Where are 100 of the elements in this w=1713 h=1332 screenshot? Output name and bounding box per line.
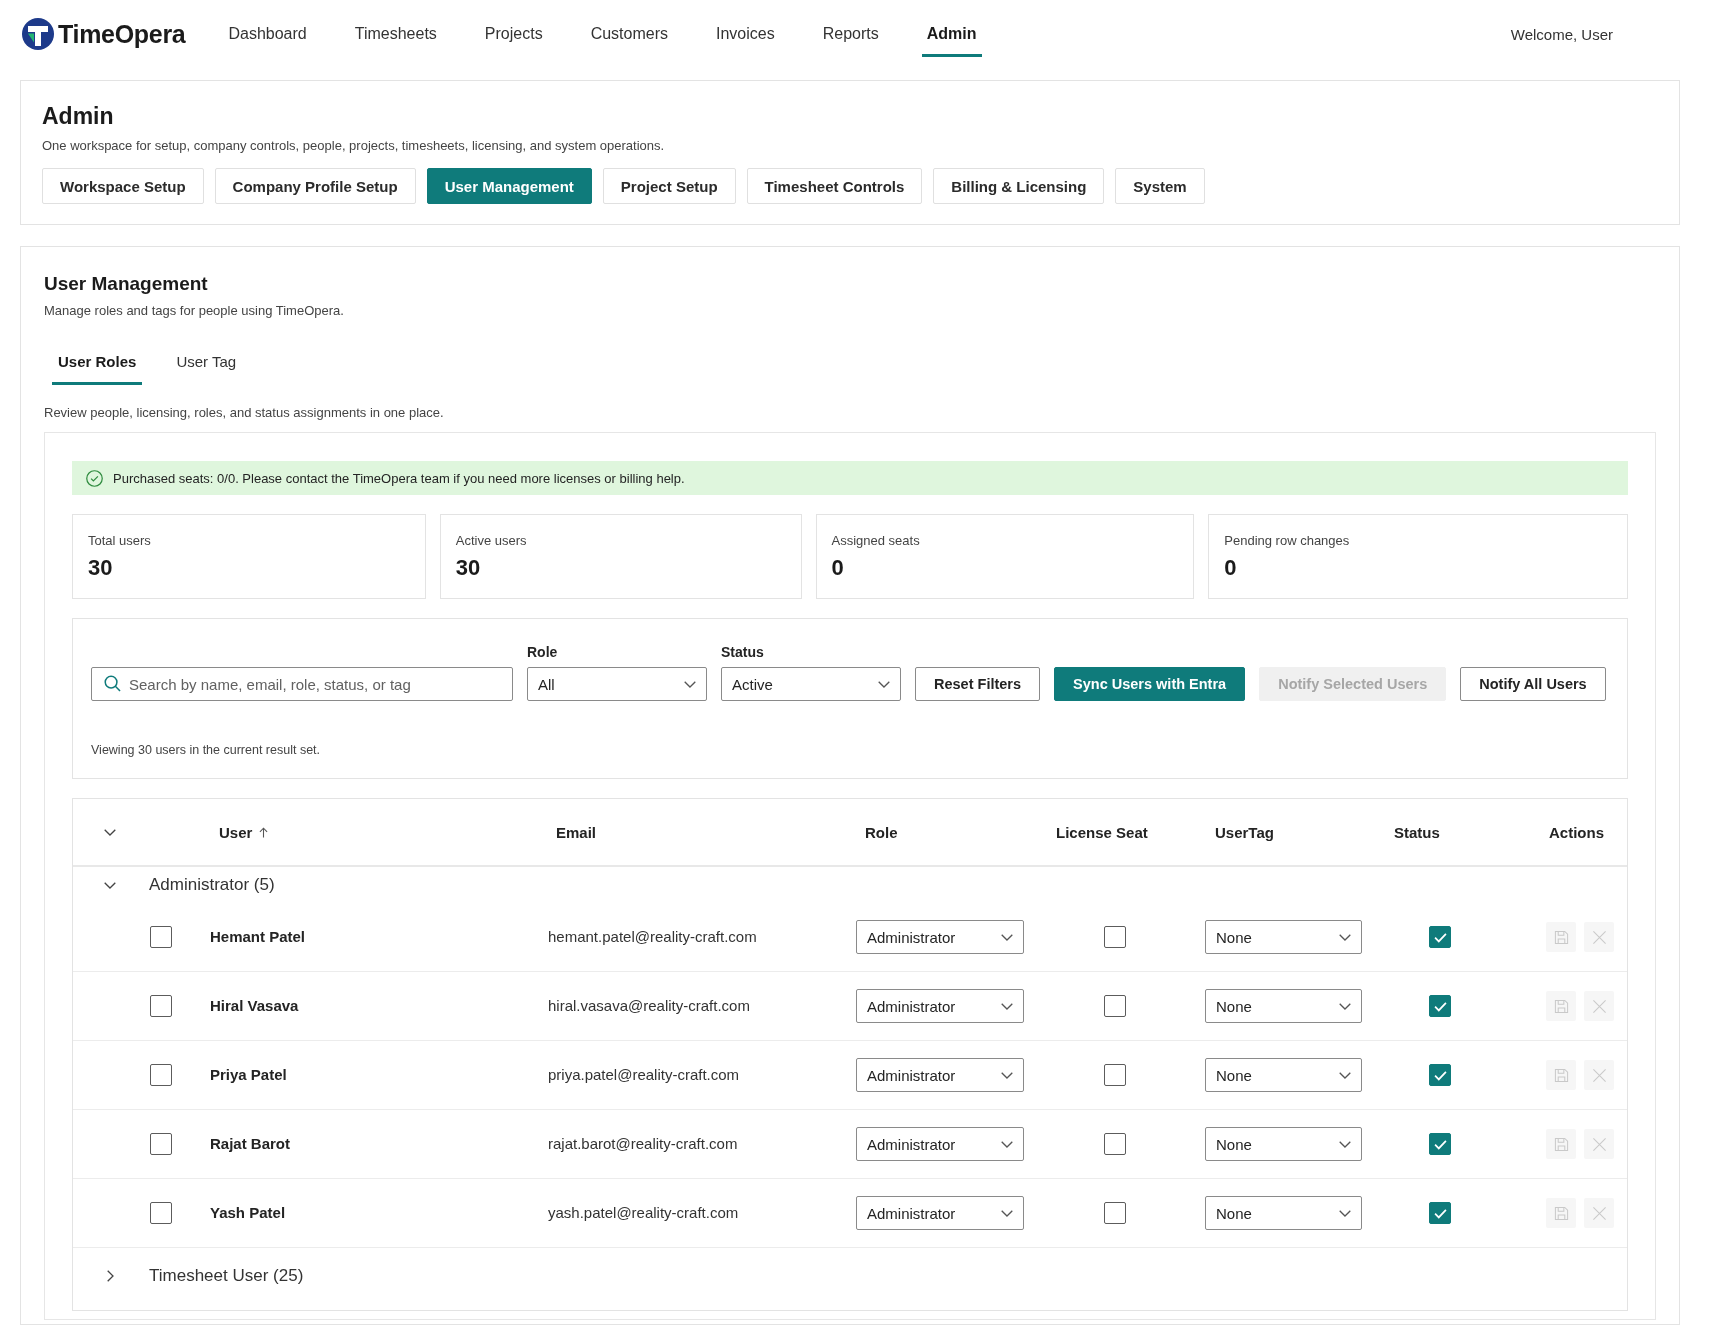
search-icon xyxy=(104,675,121,692)
user-email: priya.patel@reality-craft.com xyxy=(548,1066,740,1083)
role-select[interactable]: Administrator xyxy=(856,989,1024,1023)
page-subtitle: One workspace for setup, company controls, people, projects, timesheets, licensing, and system operations. xyxy=(42,137,666,155)
status-checkbox[interactable] xyxy=(1429,1202,1451,1224)
section-tab[interactable]: Workspace Setup xyxy=(42,168,204,204)
search-field[interactable]: Search by name, email, role, status, or tag xyxy=(91,667,513,701)
nav-link[interactable]: Customers xyxy=(585,14,673,57)
section-title: User Management xyxy=(44,272,209,296)
chevron-down-icon[interactable] xyxy=(104,828,116,836)
tab[interactable]: User Tag xyxy=(170,341,243,385)
license-seat-checkbox[interactable] xyxy=(1104,926,1126,948)
row-checkbox[interactable] xyxy=(150,1202,172,1224)
brand-name[interactable]: TimeOpera xyxy=(58,19,186,49)
section-tab[interactable]: System xyxy=(1115,168,1205,204)
user-tag-select[interactable]: None xyxy=(1205,920,1362,954)
chevron-down-icon xyxy=(1339,1209,1351,1217)
close-icon xyxy=(1591,1136,1607,1152)
logo-icon[interactable] xyxy=(22,18,54,50)
role-select[interactable]: Administrator xyxy=(856,1196,1024,1230)
user-name: Hemant Patel xyxy=(210,928,306,945)
checkmark-icon xyxy=(1433,1000,1447,1012)
chevron-down-icon xyxy=(878,680,890,688)
close-icon xyxy=(1591,929,1607,945)
section-tab[interactable]: Billing & Licensing xyxy=(933,168,1105,204)
nav-link[interactable]: Reports xyxy=(817,14,884,57)
user-tag-select[interactable]: None xyxy=(1205,1196,1362,1230)
filter-select[interactable]: All xyxy=(527,667,707,701)
group-label[interactable]: Administrator (5) xyxy=(149,875,275,895)
stat-label: Assigned seats xyxy=(831,532,921,550)
close-icon xyxy=(1591,998,1607,1014)
user-email: hemant.patel@reality-craft.com xyxy=(548,928,757,945)
license-seat-checkbox[interactable] xyxy=(1104,1064,1126,1086)
status-checkbox[interactable] xyxy=(1429,1064,1451,1086)
toolbar-button[interactable]: Reset Filters xyxy=(915,667,1041,701)
license-seat-checkbox[interactable] xyxy=(1104,1133,1126,1155)
column-header[interactable]: UserTag xyxy=(1190,823,1375,841)
chevron-down-icon xyxy=(1339,933,1351,941)
nav-link[interactable]: Dashboard xyxy=(223,14,312,57)
license-seat-checkbox[interactable] xyxy=(1104,1202,1126,1224)
chevron-down-icon[interactable] xyxy=(104,881,116,889)
user-name: Priya Patel xyxy=(210,1066,287,1083)
chevron-down-icon xyxy=(1001,1209,1013,1217)
stat-label: Pending row changes xyxy=(1224,532,1351,550)
chevron-down-icon xyxy=(1339,1071,1351,1079)
column-header[interactable]: Status xyxy=(1375,823,1505,841)
user-name: Yash Patel xyxy=(210,1204,286,1221)
nav-link[interactable]: Invoices xyxy=(711,14,780,57)
close-icon xyxy=(1591,1205,1607,1221)
column-header[interactable]: Email xyxy=(540,823,848,841)
nav-link[interactable]: Projects xyxy=(479,14,548,57)
status-checkbox[interactable] xyxy=(1429,995,1451,1017)
chevron-down-icon xyxy=(684,680,696,688)
user-name: Rajat Barot xyxy=(210,1135,291,1152)
stat-value: 0 xyxy=(831,555,845,581)
row-checkbox[interactable] xyxy=(150,926,172,948)
section-tab[interactable]: Timesheet Controls xyxy=(746,168,923,204)
role-select[interactable]: Administrator xyxy=(856,1127,1024,1161)
nav-link[interactable]: Timesheets xyxy=(349,14,442,57)
user-tag-select[interactable]: None xyxy=(1205,1058,1362,1092)
row-checkbox[interactable] xyxy=(150,995,172,1017)
group-label[interactable]: Timesheet User (25) xyxy=(149,1266,304,1286)
user-tag-select[interactable]: None xyxy=(1205,1127,1362,1161)
filter-label: Status xyxy=(721,643,765,661)
row-checkbox[interactable] xyxy=(150,1064,172,1086)
section-tab[interactable]: User Management xyxy=(426,168,592,204)
user-tag-select[interactable]: None xyxy=(1205,989,1362,1023)
status-checkbox[interactable] xyxy=(1429,926,1451,948)
role-select[interactable]: Administrator xyxy=(856,1058,1024,1092)
checkmark-icon xyxy=(1433,1069,1447,1081)
section-tab[interactable]: Company Profile Setup xyxy=(214,168,416,204)
banner-text: Purchased seats: 0/0. Please contact the TimeOpera team if you need more licenses or billing help. xyxy=(113,470,685,486)
column-header[interactable]: License Seat xyxy=(1040,823,1190,841)
check-circle-icon xyxy=(86,469,103,487)
save-icon xyxy=(1553,1067,1569,1083)
result-summary: Viewing 30 users in the current result set. xyxy=(91,742,322,759)
chevron-down-icon xyxy=(1001,1002,1013,1010)
chevron-right-icon[interactable] xyxy=(106,1270,114,1282)
license-seat-checkbox[interactable] xyxy=(1104,995,1126,1017)
column-header[interactable]: Actions xyxy=(1505,823,1627,841)
toolbar-button[interactable]: Sync Users with Entra xyxy=(1054,667,1246,701)
chevron-down-icon xyxy=(1339,1002,1351,1010)
stat-value: 30 xyxy=(455,555,482,581)
user-email: hiral.vasava@reality-craft.com xyxy=(548,997,750,1014)
status-checkbox[interactable] xyxy=(1429,1133,1451,1155)
toolbar-button[interactable]: Notify All Users xyxy=(1460,667,1606,701)
chevron-down-icon xyxy=(1001,933,1013,941)
section-tab[interactable]: Project Setup xyxy=(602,168,736,204)
column-header[interactable]: Role xyxy=(848,823,1040,841)
tab[interactable]: User Roles xyxy=(52,341,143,385)
nav-link[interactable]: Admin xyxy=(921,14,982,57)
column-header[interactable]: User xyxy=(200,823,540,841)
page-title: Admin xyxy=(42,102,115,131)
close-icon xyxy=(1591,1067,1607,1083)
save-icon xyxy=(1553,929,1569,945)
role-select[interactable]: Administrator xyxy=(856,920,1024,954)
chevron-down-icon xyxy=(1001,1140,1013,1148)
user-email: rajat.barot@reality-craft.com xyxy=(548,1135,738,1152)
filter-select[interactable]: Active xyxy=(721,667,901,701)
row-checkbox[interactable] xyxy=(150,1133,172,1155)
